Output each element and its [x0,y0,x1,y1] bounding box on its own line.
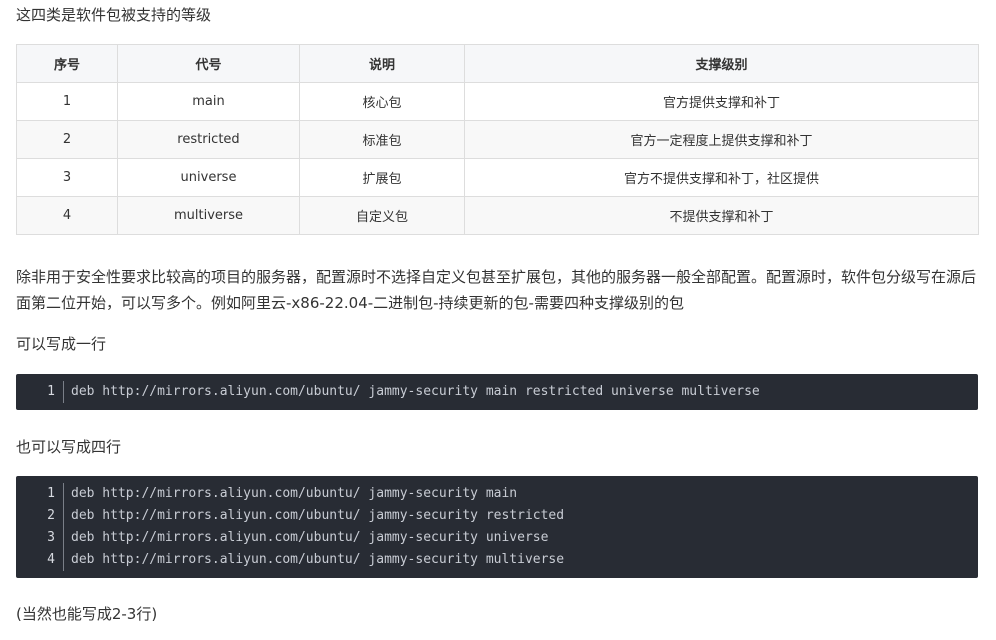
code-line: 1 deb http://mirrors.aliyun.com/ubuntu/ … [16,483,978,505]
code-line: 1 deb http://mirrors.aliyun.com/ubuntu/ … [16,381,978,403]
line-number: 1 [16,381,64,403]
description-paragraph: 除非用于安全性要求比较高的项目的服务器，配置源时不选择自定义包甚至扩展包，其他的… [16,268,977,312]
line-number: 4 [16,549,64,571]
table-cell: universe [117,158,300,197]
line-number: 2 [16,505,64,527]
multi-line-label: 也可以写成四行 [16,438,122,456]
table-header-row: 序号 代号 说明 支撑级别 [16,44,979,83]
column-header-support-level: 支撑级别 [464,44,979,83]
table-cell: 官方一定程度上提供支撑和补丁 [464,120,979,159]
line-number: 1 [16,483,64,505]
code-line: 3 deb http://mirrors.aliyun.com/ubuntu/ … [16,527,978,549]
table-row: 2 restricted 标准包 官方一定程度上提供支撑和补丁 [16,120,979,159]
code-text: deb http://mirrors.aliyun.com/ubuntu/ ja… [71,552,565,567]
table-cell: 扩展包 [299,158,465,197]
table-cell: 官方不提供支撑和补丁，社区提供 [464,158,979,197]
code-text: deb http://mirrors.aliyun.com/ubuntu/ ja… [71,384,760,399]
single-line-label: 可以写成一行 [16,335,107,353]
table-cell: restricted [117,120,300,159]
table-cell: 不提供支撑和补丁 [464,196,979,235]
table-cell: main [117,82,300,121]
line-number: 3 [16,527,64,549]
code-text: deb http://mirrors.aliyun.com/ubuntu/ ja… [71,530,549,545]
code-line: 4 deb http://mirrors.aliyun.com/ubuntu/ … [16,549,978,571]
column-header-index: 序号 [16,44,118,83]
column-header-code: 代号 [117,44,300,83]
table-cell: multiverse [117,196,300,235]
table-cell: 4 [16,196,118,235]
code-line: 2 deb http://mirrors.aliyun.com/ubuntu/ … [16,505,978,527]
table-cell: 核心包 [299,82,465,121]
table-cell: 1 [16,82,118,121]
code-block-multi-line[interactable]: 1 deb http://mirrors.aliyun.com/ubuntu/ … [16,476,978,578]
code-block-single-line[interactable]: 1 deb http://mirrors.aliyun.com/ubuntu/ … [16,374,978,410]
table-row: 1 main 核心包 官方提供支撑和补丁 [16,82,979,121]
table-cell: 标准包 [299,120,465,159]
table-row: 4 multiverse 自定义包 不提供支撑和补丁 [16,196,979,235]
table-row: 3 universe 扩展包 官方不提供支撑和补丁，社区提供 [16,158,979,197]
table-cell: 2 [16,120,118,159]
intro-text: 这四类是软件包被支持的等级 [16,6,212,24]
footer-note: (当然也能写成2-3行) [16,605,158,623]
table-cell: 自定义包 [299,196,465,235]
column-header-description: 说明 [299,44,465,83]
table-cell: 官方提供支撑和补丁 [464,82,979,121]
support-level-table: 序号 代号 说明 支撑级别 1 main 核心包 官方提供支撑和补丁 2 res… [16,44,979,235]
code-text: deb http://mirrors.aliyun.com/ubuntu/ ja… [71,508,565,523]
table-cell: 3 [16,158,118,197]
code-text: deb http://mirrors.aliyun.com/ubuntu/ ja… [71,486,518,501]
